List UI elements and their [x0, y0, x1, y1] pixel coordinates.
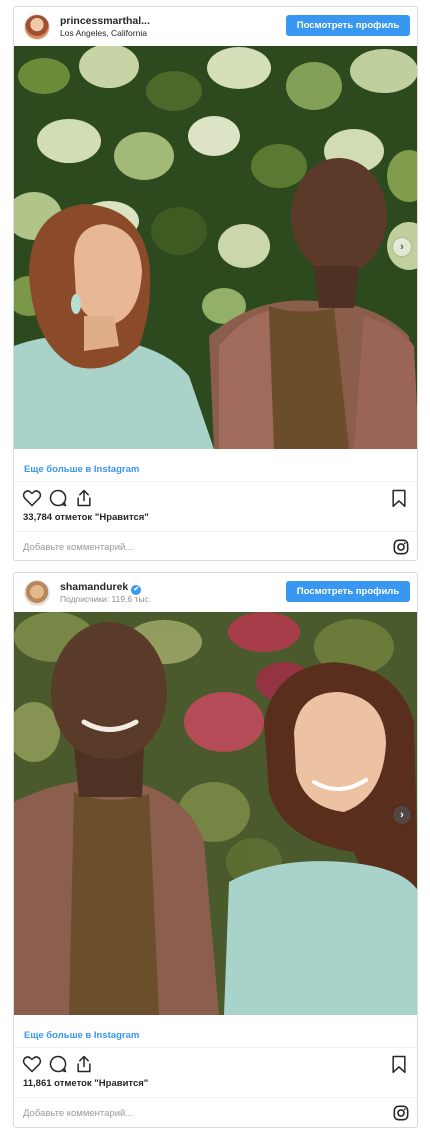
likes-count: 11,861 отметок "Нравится": [14, 1078, 417, 1098]
username[interactable]: shamandurek ✔: [60, 581, 142, 595]
post-header: shamandurek ✔ Подписчики: 119,6 тыс. Посм…: [14, 573, 417, 612]
view-profile-button[interactable]: Посмотреть профиль: [286, 581, 410, 602]
comment-box[interactable]: Добавьте комментарий...: [14, 1098, 417, 1127]
avatar[interactable]: [24, 14, 50, 40]
comment-icon[interactable]: [48, 488, 68, 508]
avatar[interactable]: [24, 580, 50, 606]
embedded-post-1: princessmarthal... Los Angeles, Californ…: [13, 6, 418, 561]
bookmark-icon[interactable]: [389, 488, 409, 508]
action-bar: [14, 1048, 417, 1078]
share-icon[interactable]: [74, 488, 94, 508]
followers-count: Подписчики: 119,6 тыс.: [60, 594, 152, 604]
heart-icon[interactable]: [22, 488, 42, 508]
more-on-instagram-link[interactable]: Еще больше в Instagram: [24, 1030, 139, 1041]
username-text[interactable]: shamandurek: [60, 581, 128, 593]
likes-count: 33,784 отметок "Нравится": [14, 512, 417, 532]
comment-placeholder[interactable]: Добавьте комментарий...: [23, 542, 133, 553]
action-bar: [14, 482, 417, 512]
view-profile-button[interactable]: Посмотреть профиль: [286, 15, 410, 36]
instagram-icon[interactable]: [393, 1105, 409, 1121]
bookmark-icon[interactable]: [389, 1054, 409, 1074]
comment-icon[interactable]: [48, 1054, 68, 1074]
more-on-instagram: Еще больше в Instagram: [14, 449, 417, 482]
post-photo[interactable]: ›: [14, 612, 417, 1015]
post-header: princessmarthal... Los Angeles, Californ…: [14, 7, 417, 46]
photo-image: [14, 46, 417, 449]
next-slide-arrow[interactable]: ›: [393, 238, 411, 256]
photo-image: [14, 612, 417, 1015]
more-on-instagram: Еще больше в Instagram: [14, 1015, 417, 1048]
next-slide-arrow[interactable]: ›: [393, 806, 411, 824]
instagram-icon[interactable]: [393, 539, 409, 555]
username[interactable]: princessmarthal...: [60, 15, 150, 27]
post-photo[interactable]: ›: [14, 46, 417, 449]
more-on-instagram-link[interactable]: Еще больше в Instagram: [24, 464, 139, 475]
heart-icon[interactable]: [22, 1054, 42, 1074]
embedded-post-2: shamandurek ✔ Подписчики: 119,6 тыс. Посм…: [13, 572, 418, 1128]
comment-placeholder[interactable]: Добавьте комментарий...: [23, 1108, 133, 1119]
share-icon[interactable]: [74, 1054, 94, 1074]
comment-box[interactable]: Добавьте комментарий...: [14, 532, 417, 560]
location[interactable]: Los Angeles, California: [60, 28, 147, 38]
